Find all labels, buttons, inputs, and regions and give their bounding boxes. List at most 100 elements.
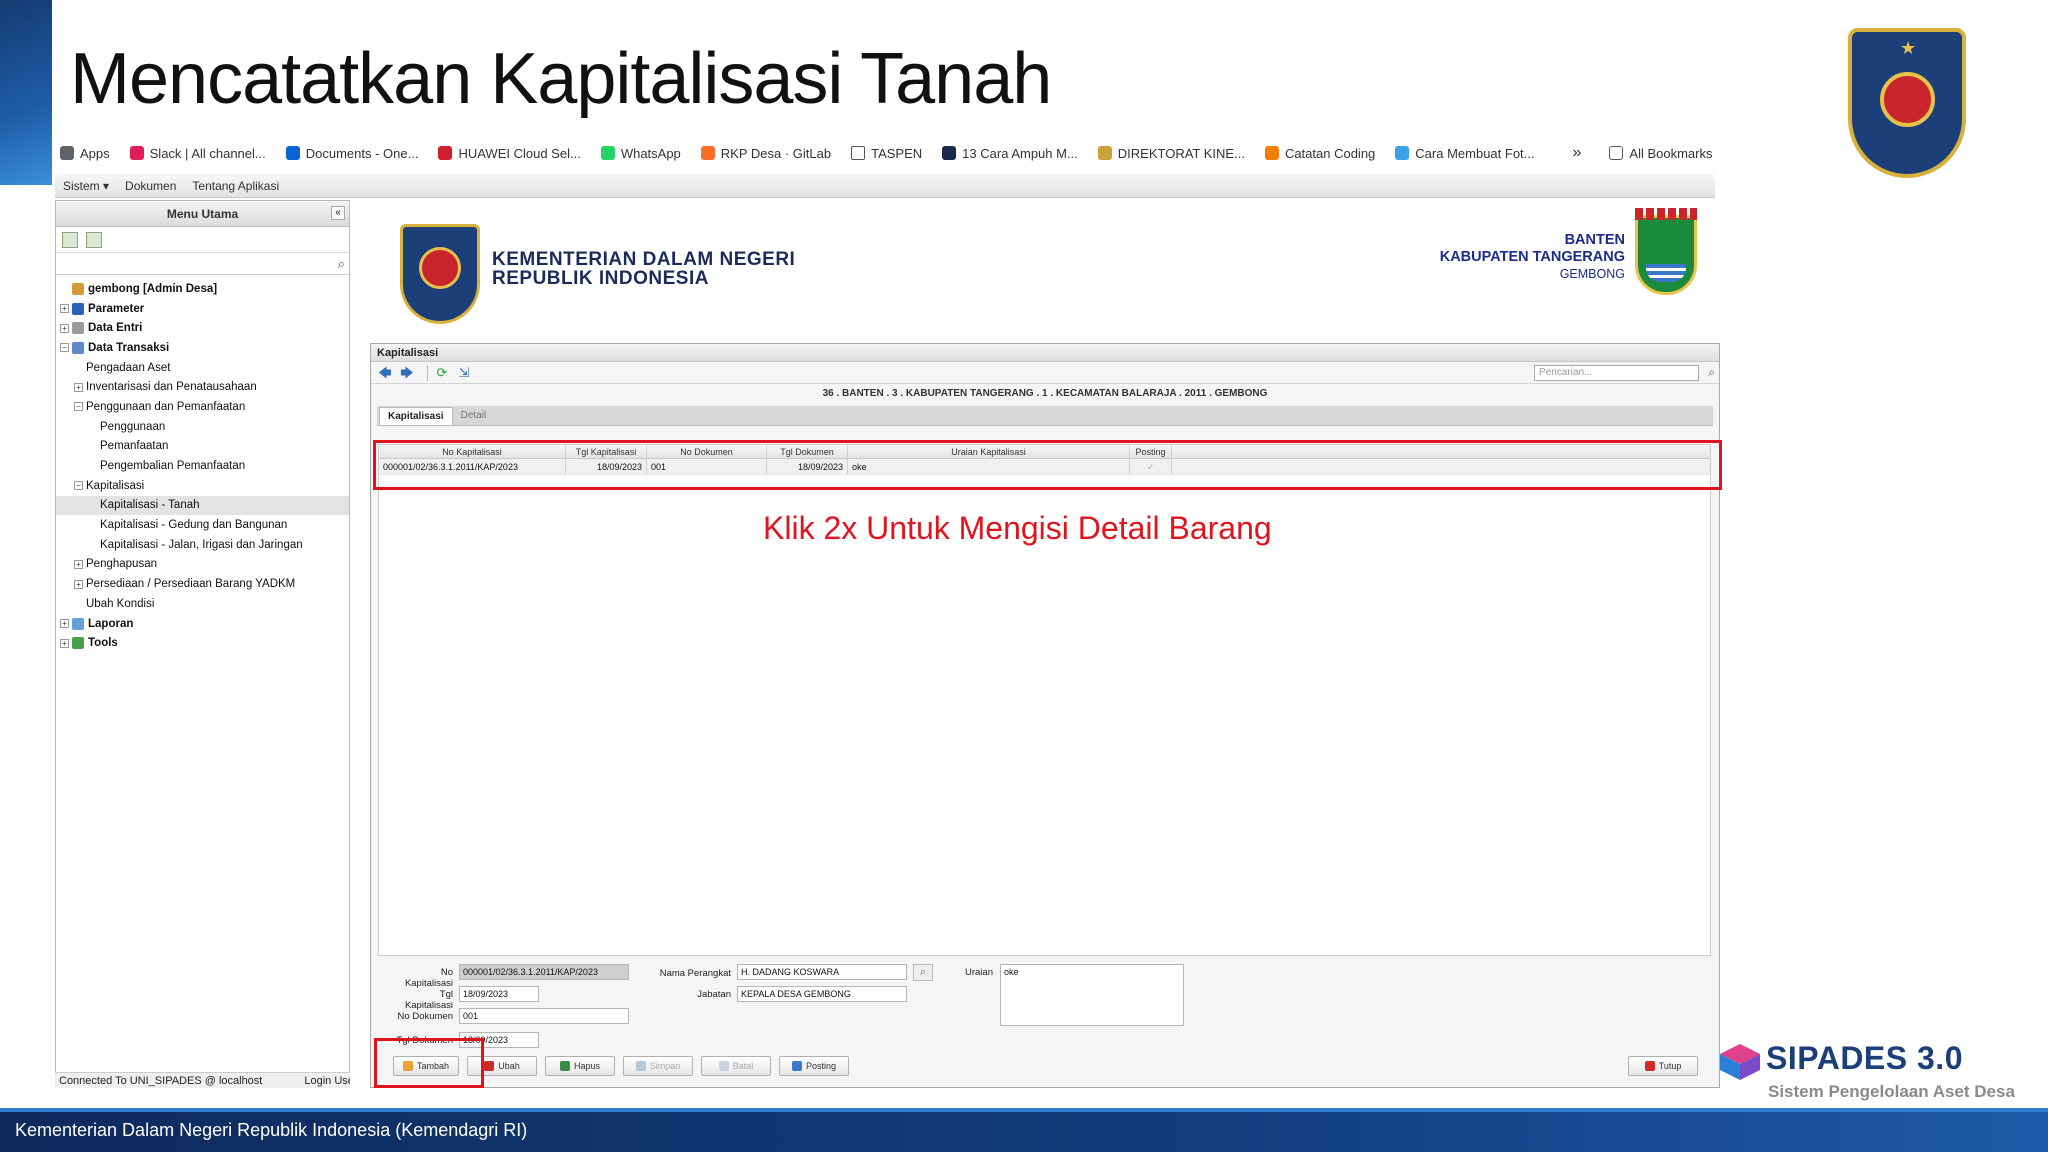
hapus-button[interactable]: Hapus xyxy=(545,1056,615,1076)
kemendagri-line2: REPUBLIK INDONESIA xyxy=(492,268,709,289)
expand-icon[interactable]: + xyxy=(74,579,83,589)
mouse-icon xyxy=(72,322,84,335)
sidebar-item[interactable]: + Tools xyxy=(56,633,349,653)
collapse-icon[interactable]: − xyxy=(60,343,69,353)
huawei-icon xyxy=(438,146,453,160)
sidebar-item[interactable]: + Persediaan / Persediaan Barang YADKM xyxy=(56,574,349,594)
jabatan-field[interactable]: KEPALA DESA GEMBONG xyxy=(737,986,907,1002)
sidebar-item-label: Tools xyxy=(88,637,118,650)
bookmark-item[interactable]: Documents - One... xyxy=(285,146,418,161)
bookmark-item[interactable]: Catatan Coding xyxy=(1264,146,1375,161)
sidebar-item[interactable]: Kapitalisasi - Jalan, Irigasi dan Jaring… xyxy=(56,535,349,555)
more-bookmarks-button[interactable]: » xyxy=(1573,144,1582,162)
sidebar-item[interactable]: + Parameter xyxy=(56,299,349,319)
bookmark-item[interactable]: DIREKTORAT KINE... xyxy=(1097,145,1245,161)
sidebar-item[interactable]: Kapitalisasi - Tanah xyxy=(56,495,349,516)
bookmark-label: Cara Membuat Fot... xyxy=(1415,145,1535,161)
tab-kapitalisasi[interactable]: Kapitalisasi xyxy=(379,407,453,425)
panel-tabs: Kapitalisasi Detail xyxy=(377,406,1713,426)
star-icon: ★ xyxy=(1900,38,1917,58)
simpan-button[interactable]: Simpan xyxy=(623,1056,693,1076)
menu-tentang-aplikasi[interactable]: Tentang Aplikasi xyxy=(192,179,279,193)
label-nama-perangkat: Nama Perangkat xyxy=(659,968,731,979)
sidebar-item[interactable]: − Data Transaksi xyxy=(56,338,349,358)
collapse-sidebar-button[interactable]: « xyxy=(331,206,345,220)
batal-label: Batal xyxy=(732,1061,754,1071)
search-input[interactable]: Pencarian... xyxy=(1534,365,1699,381)
expand-icon[interactable]: + xyxy=(60,619,69,629)
collapse-tree-icon[interactable] xyxy=(86,231,102,248)
sidebar-item[interactable]: Pengadaan Aset xyxy=(56,358,349,378)
no-kapitalisasi-field[interactable]: 000001/02/36.3.1.2011/KAP/2023 xyxy=(459,964,629,980)
expand-tree-icon[interactable] xyxy=(62,231,78,248)
report-icon xyxy=(72,617,84,630)
sidebar-item[interactable]: Pengembalian Pemanfaatan xyxy=(56,456,349,476)
menu-dokumen[interactable]: Dokumen xyxy=(125,179,176,193)
sidebar-item[interactable]: + Penghapusan xyxy=(56,555,349,575)
search-icon[interactable]: ⌕ xyxy=(1708,365,1715,380)
back-arrow-icon[interactable]: 🡄 xyxy=(377,365,393,380)
bookmark-item[interactable]: 13 Cara Ampuh M... xyxy=(942,146,1078,161)
collapse-icon[interactable]: − xyxy=(74,402,83,412)
no-dokumen-field[interactable]: 001 xyxy=(459,1008,629,1024)
site-icon xyxy=(1395,146,1410,160)
panel-title: Kapitalisasi xyxy=(371,344,1719,362)
bookmark-item[interactable]: Apps xyxy=(60,146,110,161)
posting-button[interactable]: Posting xyxy=(779,1056,849,1076)
hapus-label: Hapus xyxy=(573,1061,600,1071)
bookmark-label: HUAWEI Cloud Sel... xyxy=(458,145,581,161)
sidebar-item-label: Penghapusan xyxy=(86,558,157,571)
search-icon[interactable]: ⌕ xyxy=(913,964,933,981)
kemendagri-line1: KEMENTERIAN DALAM NEGERI xyxy=(492,249,796,270)
bookmark-item[interactable]: RKP Desa · GitLab xyxy=(700,146,831,161)
search-icon[interactable]: ⌕ xyxy=(338,256,345,272)
sidebar-item[interactable]: Ubah Kondisi xyxy=(56,594,349,614)
ubah-label: Ubah xyxy=(498,1061,520,1071)
all-bookmarks-button[interactable]: All Bookmarks xyxy=(1609,146,1712,161)
sidebar-item[interactable]: gembong [Admin Desa] xyxy=(56,279,349,299)
bookmark-item[interactable]: Slack | All channel... xyxy=(129,146,266,161)
sidebar-item[interactable]: + Laporan xyxy=(56,614,349,634)
sidebar-item-label: Kapitalisasi - Jalan, Irigasi dan Jaring… xyxy=(100,538,303,551)
bookmark-item[interactable]: HUAWEI Cloud Sel... xyxy=(438,145,581,161)
expand-icon[interactable]: + xyxy=(60,304,69,314)
tab-detail[interactable]: Detail xyxy=(453,407,495,425)
sidebar-item[interactable]: − Kapitalisasi xyxy=(56,476,349,496)
sidebar-item[interactable]: Pemanfaatan xyxy=(56,437,349,457)
highlight-tambah-button xyxy=(374,1038,484,1088)
collapse-icon[interactable]: − xyxy=(74,481,83,491)
forward-arrow-icon[interactable]: 🡆 xyxy=(399,365,415,380)
sidebar-item-label: Laporan xyxy=(88,617,134,630)
label-jabatan: Jabatan xyxy=(697,989,731,1000)
sidebar-item[interactable]: − Penggunaan dan Pemanfaatan xyxy=(56,397,349,417)
sidebar-item[interactable]: + Inventarisasi dan Penatausahaan xyxy=(56,377,349,397)
nama-perangkat-field[interactable]: H. DADANG KOSWARA xyxy=(737,964,907,980)
kapitalisasi-form: No Kapitalisasi 000001/02/36.3.1.2011/KA… xyxy=(391,964,1191,1064)
expand-icon[interactable]: + xyxy=(60,638,69,648)
tutup-button[interactable]: Tutup xyxy=(1628,1056,1698,1076)
bookmark-label: 13 Cara Ampuh M... xyxy=(962,145,1078,161)
bookmark-item[interactable]: WhatsApp xyxy=(600,146,681,161)
refresh-icon[interactable]: ⟳ xyxy=(434,365,450,380)
batal-button[interactable]: Batal xyxy=(701,1056,771,1076)
bookmark-item[interactable]: Cara Membuat Fot... xyxy=(1395,145,1535,161)
save-icon xyxy=(635,1061,646,1071)
sidebar-item[interactable]: Penggunaan xyxy=(56,417,349,437)
sidebar-item-label: Kapitalisasi - Gedung dan Bangunan xyxy=(100,519,288,532)
app-menubar: Sistem ▾ Dokumen Tentang Aplikasi xyxy=(55,174,1715,198)
sidebar-item[interactable]: + Data Entri xyxy=(56,318,349,338)
expand-icon[interactable]: + xyxy=(74,382,83,392)
menu-sistem[interactable]: Sistem ▾ xyxy=(63,179,109,193)
sidebar-item[interactable]: Kapitalisasi - Gedung dan Bangunan xyxy=(56,515,349,535)
bookmark-item[interactable]: TASPEN xyxy=(851,146,922,161)
expand-icon[interactable]: + xyxy=(60,323,69,333)
tgl-kapitalisasi-field[interactable]: 18/09/2023 xyxy=(459,986,539,1002)
blogger-icon xyxy=(1264,146,1279,160)
export-icon[interactable]: ⇲ xyxy=(456,365,472,380)
uraian-textarea[interactable]: oke xyxy=(1000,964,1184,1026)
bookmark-label: DIREKTORAT KINE... xyxy=(1117,145,1245,161)
sipades-logo-icon xyxy=(1720,1044,1760,1080)
sidebar-search-input[interactable]: ⌕ xyxy=(56,253,349,275)
cancel-icon xyxy=(718,1061,729,1071)
expand-icon[interactable]: + xyxy=(74,559,83,569)
